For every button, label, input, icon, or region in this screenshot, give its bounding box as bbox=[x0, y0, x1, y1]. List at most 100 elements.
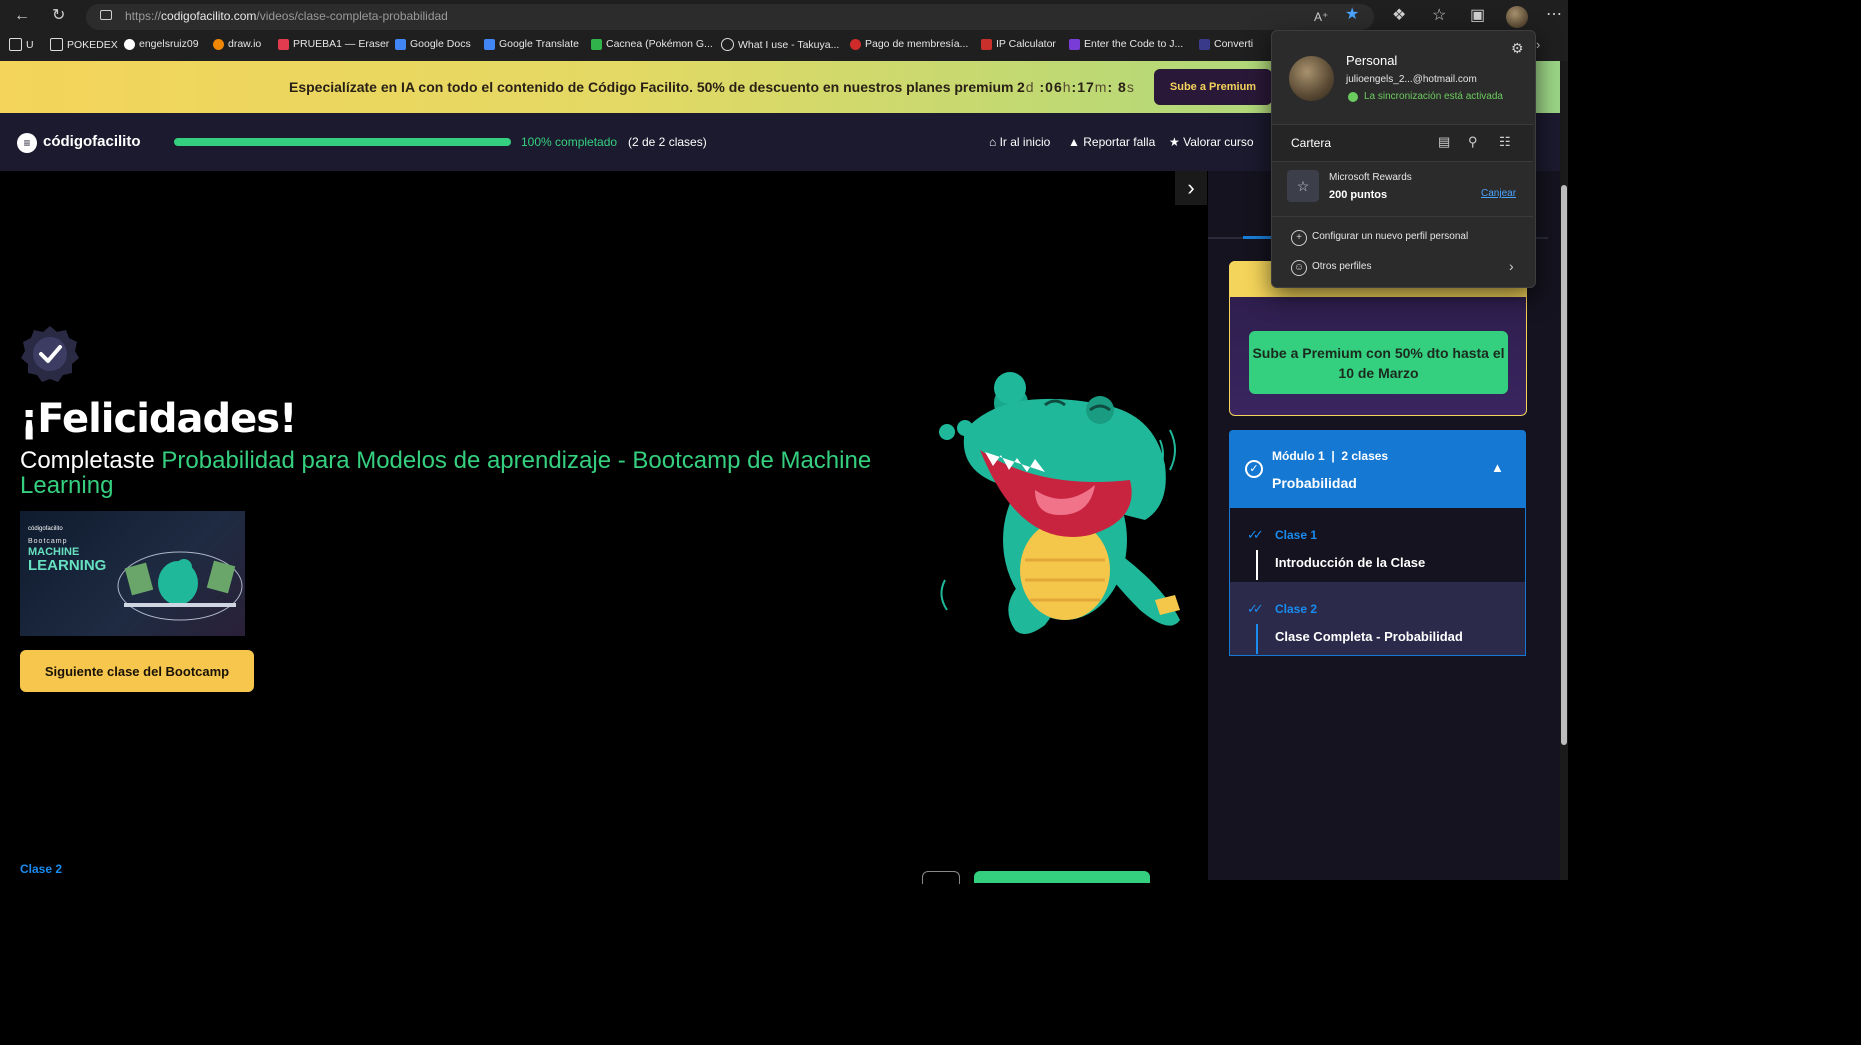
bookmark-link[interactable]: Google Translate bbox=[484, 38, 579, 50]
lesson-progress-bar bbox=[1256, 550, 1258, 580]
profile-name: Personal bbox=[1346, 53, 1398, 68]
report-link-label: Reportar falla bbox=[1083, 135, 1156, 149]
read-aloud-icon[interactable]: A⁺ bbox=[1314, 9, 1328, 25]
code-icon bbox=[1069, 38, 1080, 50]
scrollbar-thumb[interactable] bbox=[1561, 185, 1567, 745]
chevron-right-icon[interactable]: › bbox=[1509, 258, 1514, 274]
logo-icon[interactable]: ≡ bbox=[17, 133, 37, 153]
bookmark-label: Converti bbox=[1214, 38, 1254, 50]
extensions-icon[interactable]: ❖ bbox=[1392, 8, 1406, 24]
bookmark-label: Google Docs bbox=[410, 38, 471, 50]
promo-premium-button[interactable]: Sube a Premium bbox=[1154, 69, 1272, 105]
countdown-hours: 06 bbox=[1045, 79, 1063, 95]
bookmark-link[interactable]: Pago de membresía... bbox=[850, 38, 968, 50]
bookmark-link[interactable]: Google Docs bbox=[395, 38, 471, 50]
bookmark-label: What I use - Takuya... bbox=[738, 38, 840, 51]
countdown-seconds: 8 bbox=[1118, 79, 1127, 95]
profile-email: julioengels_2...@hotmail.com bbox=[1346, 74, 1477, 85]
bookmark-link[interactable]: What I use - Takuya... bbox=[721, 38, 839, 51]
promo-text: Especialízate en IA con todo el contenid… bbox=[289, 79, 1014, 95]
card-icon[interactable]: ▤ bbox=[1438, 134, 1450, 150]
completed-message: Completaste Probabilidad para Modelos de… bbox=[20, 448, 900, 498]
more-menu-icon[interactable]: ⋯ bbox=[1546, 7, 1562, 23]
drawio-icon bbox=[213, 38, 224, 50]
collapse-chevron-up-icon[interactable]: ▲ bbox=[1491, 460, 1504, 475]
profile-avatar bbox=[1289, 56, 1334, 101]
sidebar-premium-button[interactable]: Sube a Premium con 50% dto hasta el 10 d… bbox=[1249, 331, 1508, 394]
folder-icon bbox=[9, 38, 22, 51]
lesson-title: Introducción de la Clase bbox=[1275, 555, 1426, 570]
report-link[interactable]: ▲ Reportar falla bbox=[1068, 135, 1155, 149]
current-lesson-label: Clase 2 bbox=[20, 862, 63, 876]
new-profile-button[interactable]: Configurar un nuevo perfil personal bbox=[1312, 231, 1468, 242]
bookmark-link[interactable]: engelsruiz09 bbox=[124, 38, 199, 50]
lesson-title: Clase Completa - Probabilidad bbox=[1275, 629, 1463, 644]
profile-avatar-button[interactable] bbox=[1506, 6, 1528, 28]
bookmark-link[interactable]: PRUEBA1 — Eraser bbox=[278, 38, 389, 50]
rewards-trophy-icon: ☆ bbox=[1287, 170, 1319, 202]
bookmark-folder[interactable]: POKEDEX bbox=[50, 38, 118, 51]
home-link[interactable]: ⌂ Ir al inicio bbox=[989, 135, 1050, 149]
favorite-star-icon[interactable]: ★ bbox=[1345, 7, 1359, 23]
collections-icon[interactable]: ▣ bbox=[1470, 8, 1485, 24]
flyout-divider bbox=[1272, 216, 1533, 217]
countdown-minutes: 17 bbox=[1077, 79, 1095, 95]
countdown-days: 2 bbox=[1017, 79, 1026, 95]
lesson-progress-bar bbox=[1256, 624, 1258, 654]
bookmarks-more-chevron-icon[interactable]: › bbox=[1536, 37, 1540, 53]
progress-label: 100% completado bbox=[521, 135, 618, 149]
rewards-label: Microsoft Rewards bbox=[1329, 172, 1412, 183]
bookmark-link[interactable]: Converti bbox=[1199, 38, 1253, 50]
next-class-button[interactable]: Siguiente clase del Bootcamp bbox=[20, 650, 254, 692]
bottom-secondary-button[interactable] bbox=[922, 871, 960, 884]
add-profile-icon: + bbox=[1291, 230, 1307, 246]
bookmark-link[interactable]: Enter the Code to J... bbox=[1069, 38, 1183, 50]
bookmark-link[interactable]: draw.io bbox=[213, 38, 261, 50]
bookmark-folder[interactable]: U bbox=[9, 38, 34, 51]
url-path: /videos/clase-completa-probabilidad bbox=[256, 9, 448, 23]
favorites-icon[interactable]: ☆ bbox=[1432, 8, 1446, 24]
key-icon[interactable]: ⚲ bbox=[1468, 134, 1478, 150]
redeem-link[interactable]: Canjear bbox=[1481, 188, 1516, 199]
module-classes: 2 clases bbox=[1341, 449, 1389, 463]
identity-icon[interactable]: ☷ bbox=[1499, 134, 1511, 150]
completed-prefix: Completaste bbox=[20, 447, 155, 474]
bookmark-label: IP Calculator bbox=[996, 38, 1056, 50]
lesson-item-active[interactable]: ✓✓ Clase 2 Clase Completa - Probabilidad bbox=[1230, 582, 1525, 655]
lesson-number: Clase 1 bbox=[1275, 528, 1318, 542]
star-icon: ★ bbox=[1169, 135, 1180, 149]
sync-check-icon bbox=[1348, 92, 1358, 102]
module-meta: Módulo 1 | 2 clases bbox=[1272, 449, 1389, 463]
google-docs-icon bbox=[395, 38, 406, 50]
countdown-hours-unit: h bbox=[1062, 79, 1072, 95]
rate-link[interactable]: ★ Valorar curso bbox=[1169, 135, 1254, 149]
bookmark-link[interactable]: Cacnea (Pokémon G... bbox=[591, 38, 713, 50]
bookmark-label: POKEDEX bbox=[67, 38, 118, 51]
bookmark-label: Enter the Code to J... bbox=[1084, 38, 1184, 50]
sync-status: La sincronización está activada bbox=[1364, 91, 1503, 102]
completed-badge-icon bbox=[21, 326, 79, 382]
lock-icon[interactable] bbox=[100, 10, 112, 20]
bookmark-label: Google Translate bbox=[499, 38, 579, 50]
url-text[interactable]: https://codigofacilito.com/videos/clase-… bbox=[125, 9, 448, 23]
course-progress-fill bbox=[174, 138, 511, 146]
other-profiles-button[interactable]: Otros perfiles bbox=[1312, 261, 1371, 272]
next-video-chevron-icon[interactable]: › bbox=[1175, 171, 1207, 205]
globe-icon bbox=[721, 38, 734, 51]
wallet-label: Cartera bbox=[1291, 136, 1332, 150]
thumbnail-bootcamp: Bootcamp bbox=[28, 538, 68, 545]
double-check-icon: ✓✓ bbox=[1247, 527, 1264, 542]
url-host: codigofacilito.com bbox=[161, 9, 257, 23]
back-icon[interactable]: ← bbox=[14, 8, 30, 24]
refresh-icon[interactable]: ↻ bbox=[52, 8, 65, 24]
settings-gear-icon[interactable]: ⚙ bbox=[1511, 40, 1524, 57]
rate-link-label: Valorar curso bbox=[1183, 135, 1254, 149]
bottom-primary-button[interactable] bbox=[974, 871, 1150, 883]
module-header[interactable] bbox=[1229, 430, 1526, 508]
bookmark-label: draw.io bbox=[228, 38, 262, 50]
lesson-item[interactable]: ✓✓ Clase 1 Introducción de la Clase bbox=[1230, 508, 1525, 581]
countdown-minutes-unit: m bbox=[1094, 79, 1108, 95]
site-logo[interactable]: códigofacilito bbox=[43, 133, 141, 150]
bookmark-link[interactable]: IP Calculator bbox=[981, 38, 1056, 50]
other-profiles-icon: ☺ bbox=[1291, 260, 1307, 276]
